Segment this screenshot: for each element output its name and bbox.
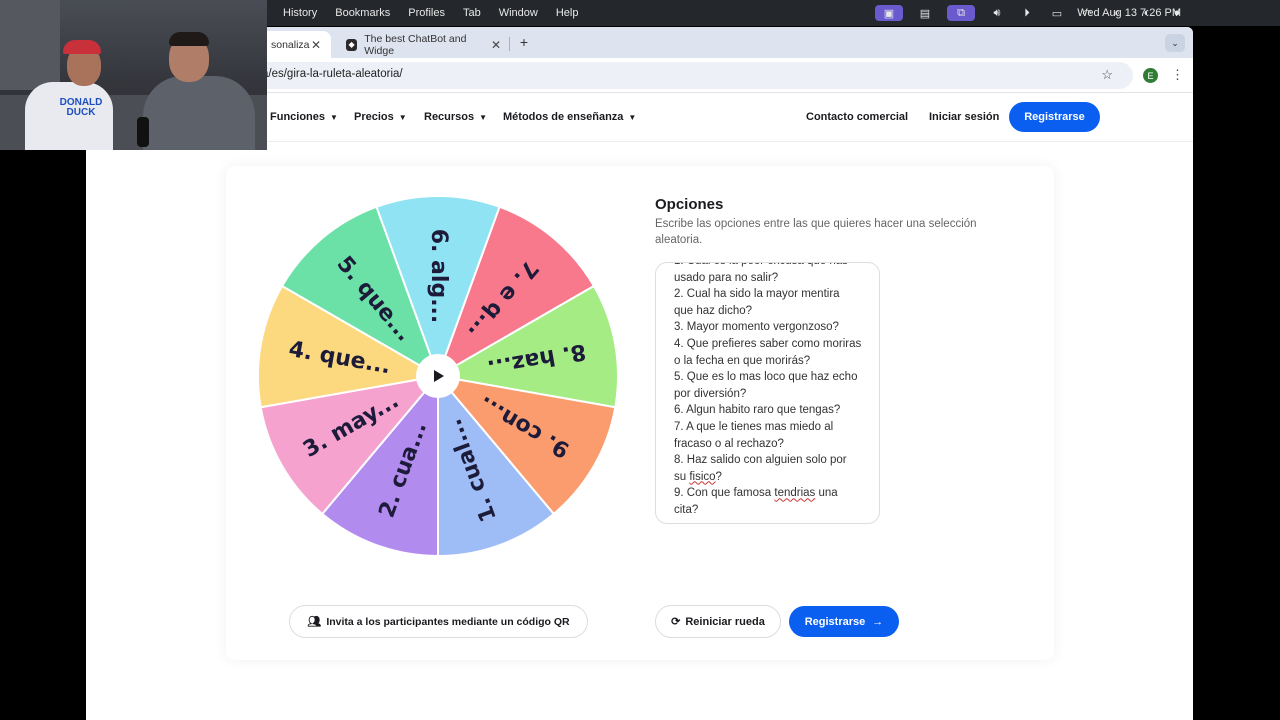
option-line: 1. Cual es la peor excusa que has (674, 263, 874, 270)
webcam-overlay: DONALD DUCK (0, 0, 267, 150)
close-icon[interactable]: ✕ (491, 38, 501, 52)
screen-record-icon[interactable]: ▣ (875, 5, 903, 21)
invite-qr-label: Invita a los participantes mediante un c… (326, 615, 570, 628)
wheel-svg[interactable]: 6. alg... 7. e q...8. haz...9. con...1. c… (257, 195, 619, 558)
spellcheck-word: tendrias (774, 487, 816, 500)
tab-active[interactable]: sonaliza ✕ (261, 31, 331, 58)
bookmark-star-icon[interactable]: ☆ (1101, 67, 1113, 83)
option-line: 2. Cual ha sido la mayor mentira (674, 288, 840, 301)
option-line: su fisico? (674, 470, 722, 483)
nav-metodos[interactable]: Métodos de enseñanza ▼ (503, 111, 636, 123)
shirt-print: DONALD DUCK (59, 97, 103, 118)
tab-chatbot[interactable]: ◆ The best ChatBot and Widge ✕ (336, 31, 511, 58)
option-line: o la fecha en que morirás? (674, 354, 811, 367)
users-icon: 👥︎ (307, 616, 322, 628)
menubar-item-bookmarks[interactable]: Bookmarks (326, 0, 399, 26)
close-icon[interactable]: ✕ (311, 38, 321, 52)
invite-qr-button[interactable]: 👥︎ Invita a los participantes mediante u… (289, 605, 588, 638)
options-list: 1. Cual es la peor excusa que hasusado p… (674, 263, 874, 519)
menubar-item-history[interactable]: History (274, 0, 326, 26)
screen-mirroring-icon[interactable]: ⧉ (947, 5, 975, 21)
option-line: 8. Haz salido con alguien solo por (674, 454, 847, 467)
menubar-item-tab[interactable]: Tab (454, 0, 490, 26)
profile-avatar[interactable]: E (1143, 68, 1158, 83)
option-line: cita? (674, 503, 699, 516)
register-label: Registrarse (804, 615, 866, 628)
login-link[interactable]: Iniciar sesión (929, 111, 999, 123)
wheel-segment-label: 6. alg... (426, 229, 451, 324)
options-textarea[interactable]: 1. Cual es la peor excusa que hasusado p… (655, 262, 880, 524)
option-line: 7. A que le tienes mas miedo al (674, 420, 834, 433)
menubar-item-window[interactable]: Window (490, 0, 547, 26)
webcam-person-right (135, 32, 255, 150)
nav-label: Funciones (270, 111, 326, 123)
nav-recursos[interactable]: Recursos ▼ (424, 111, 487, 123)
reset-label: Reiniciar rueda (685, 615, 765, 628)
arrow-right-icon: → (872, 615, 884, 628)
person-cap (63, 40, 101, 54)
chevron-down-icon: ▼ (330, 112, 338, 122)
volume-icon[interactable]: 🔊︎ (989, 7, 1005, 19)
chatbot-favicon-icon: ◆ (346, 38, 358, 51)
option-line: 3. Mayor momento vergonzoso? (674, 321, 839, 334)
options-title: Opciones (655, 196, 724, 213)
contact-sales-link[interactable]: Contacto comercial (806, 111, 908, 123)
nav-funciones[interactable]: Funciones ▼ (270, 111, 338, 123)
nav-label: Métodos de enseñanza (503, 111, 624, 123)
option-line: usado para no salir? (674, 271, 779, 284)
option-line: fracaso o al rechazo? (674, 437, 784, 450)
option-line: 4. Que prefieres saber como moriras (674, 337, 862, 350)
tab-title: The best ChatBot and Widge (364, 32, 467, 57)
chevron-down-icon: ▼ (398, 112, 407, 122)
tab-separator (509, 37, 510, 51)
chevron-down-icon: ▼ (628, 112, 637, 122)
nav-label: Precios (354, 111, 394, 123)
reset-wheel-button[interactable]: ⟳ Reiniciar rueda (655, 605, 781, 638)
menubar-clock[interactable]: Wed Aug 13 7:26 PM (1077, 0, 1181, 26)
person-body (143, 76, 255, 150)
new-tab-icon[interactable]: + (516, 34, 532, 50)
options-description: Escribe las opciones entre las que quier… (655, 218, 977, 246)
person-hair (169, 32, 209, 46)
chevron-down-icon: ▼ (479, 112, 488, 122)
more-menu-icon[interactable]: ⋮ (1171, 67, 1184, 83)
register-button-header[interactable]: Registrarse (1009, 102, 1100, 132)
tab-search-chevron-icon[interactable]: ⌄ (1165, 34, 1185, 52)
option-line: que haz dicho? (674, 304, 753, 317)
nav-precios[interactable]: Precios ▼ (354, 111, 407, 123)
now-playing-icon[interactable]: ⏵ (1019, 7, 1035, 19)
tab-title: sonaliza (271, 38, 310, 51)
option-line: 6. Algun habito raro que tengas? (674, 404, 841, 417)
battery-icon[interactable]: ▭ (1049, 7, 1065, 20)
webcam-person-left: DONALD DUCK (25, 40, 115, 150)
option-line: por diversión? (674, 387, 747, 400)
menubar-item-profiles[interactable]: Profiles (399, 0, 454, 26)
spellcheck-word: fisico (689, 470, 716, 483)
spin-wheel[interactable]: 6. alg... 7. e q... 8. haz... 9. con... 1. c… (257, 195, 619, 558)
menubar-item-help[interactable]: Help (547, 0, 588, 26)
menubar-menu: History Bookmarks Profiles Tab Window Help (274, 0, 587, 26)
microphone (137, 117, 149, 147)
nav-label: Recursos (424, 111, 475, 123)
option-line: 5. Que es lo mas loco que haz echo (674, 371, 858, 384)
refresh-icon: ⟳ (671, 616, 681, 628)
register-button[interactable]: Registrarse → (789, 606, 899, 637)
url-text[interactable]: a/es/gira-la-ruleta-aleatoria/ (262, 68, 403, 80)
option-line: 9. Con que famosa tendrias una (674, 487, 838, 500)
menu-extra-icon[interactable]: ▤ (917, 7, 933, 20)
screen: History Bookmarks Profiles Tab Window Help ▣ … (0, 0, 1280, 720)
